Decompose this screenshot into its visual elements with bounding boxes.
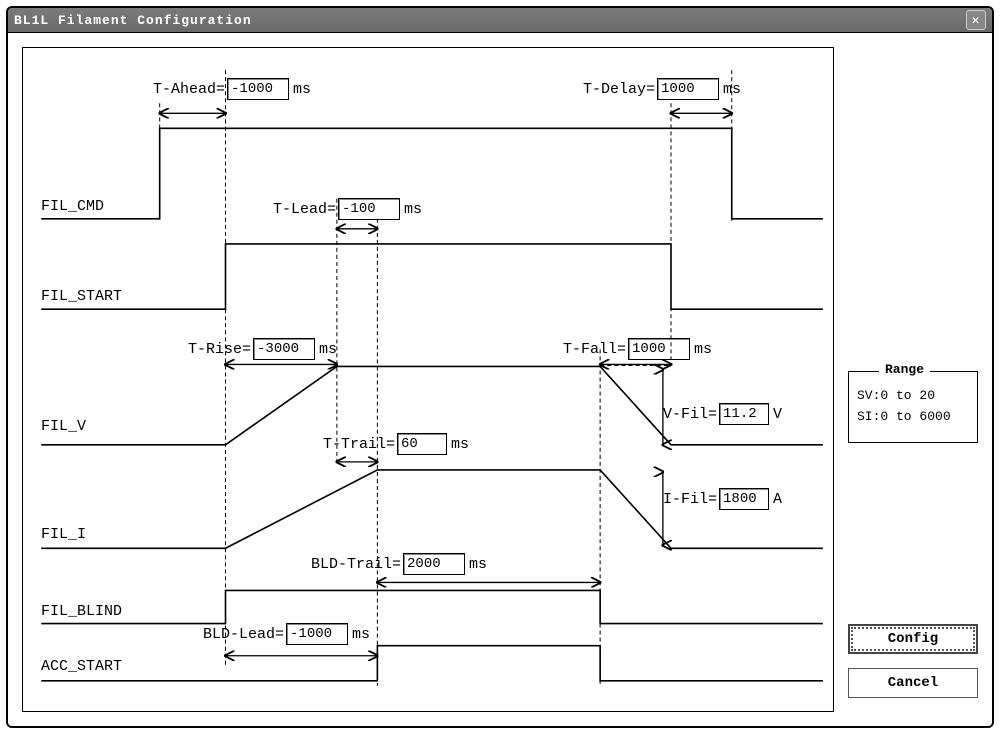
t-lead-unit: ms [404,201,426,218]
t-fall-label: T-Fall= [563,341,626,358]
v-fil-unit: V [773,406,795,423]
timing-svg [23,48,833,711]
i-fil-label: I-Fil= [663,491,717,508]
i-fil-unit: A [773,491,795,508]
t-lead-input[interactable] [338,198,400,220]
row-fil-start-label: FIL_START [41,288,122,305]
t-trail-input[interactable] [397,433,447,455]
v-fil-label: V-Fil= [663,406,717,423]
bld-lead-input[interactable] [286,623,348,645]
t-fall-unit: ms [694,341,716,358]
field-bld-lead: BLD-Lead= ms [203,623,374,645]
bld-trail-unit: ms [469,556,491,573]
button-stack: Config Cancel [848,624,978,698]
field-t-trail: T-Trail= ms [323,433,473,455]
config-button[interactable]: Config [848,624,978,654]
t-ahead-unit: ms [293,81,315,98]
bld-trail-input[interactable] [403,553,465,575]
range-sv: SV:0 to 20 [857,388,969,403]
field-t-rise: T-Rise= ms [188,338,341,360]
range-si: SI:0 to 6000 [857,409,969,424]
field-t-fall: T-Fall= ms [563,338,716,360]
row-fil-i-label: FIL_I [41,526,86,543]
row-fil-cmd-label: FIL_CMD [41,198,104,215]
field-t-delay: T-Delay= ms [583,78,745,100]
field-t-lead: T-Lead= ms [273,198,426,220]
range-box: Range SV:0 to 20 SI:0 to 6000 [848,371,978,443]
t-ahead-input[interactable] [227,78,289,100]
titlebar: BL1L Filament Configuration ✕ [8,8,992,33]
t-delay-input[interactable] [657,78,719,100]
cancel-button[interactable]: Cancel [848,668,978,698]
t-delay-label: T-Delay= [583,81,655,98]
t-rise-input[interactable] [253,338,315,360]
row-fil-v-label: FIL_V [41,418,86,435]
close-button[interactable]: ✕ [966,10,986,30]
t-trail-unit: ms [451,436,473,453]
t-delay-unit: ms [723,81,745,98]
v-fil-input[interactable] [719,403,769,425]
field-bld-trail: BLD-Trail= ms [311,553,491,575]
row-fil-blind-label: FIL_BLIND [41,603,122,620]
side-panel: Range SV:0 to 20 SI:0 to 6000 Config Can… [848,47,978,712]
timing-diagram: FIL_CMD FIL_START FIL_V FIL_I FIL_BLIND … [22,47,834,712]
t-fall-input[interactable] [628,338,690,360]
t-lead-label: T-Lead= [273,201,336,218]
client-area: FIL_CMD FIL_START FIL_V FIL_I FIL_BLIND … [8,33,992,726]
window-frame: BL1L Filament Configuration ✕ FIL_CMD FI… [6,6,994,728]
t-rise-label: T-Rise= [188,341,251,358]
bld-lead-label: BLD-Lead= [203,626,284,643]
t-trail-label: T-Trail= [323,436,395,453]
field-t-ahead: T-Ahead= ms [153,78,315,100]
field-v-fil: V-Fil= V [663,403,795,425]
t-rise-unit: ms [319,341,341,358]
field-i-fil: I-Fil= A [663,488,795,510]
window-title: BL1L Filament Configuration [14,13,252,28]
close-icon: ✕ [972,13,981,28]
range-legend: Range [879,362,930,377]
t-ahead-label: T-Ahead= [153,81,225,98]
i-fil-input[interactable] [719,488,769,510]
bld-lead-unit: ms [352,626,374,643]
row-acc-start-label: ACC_START [41,658,122,675]
bld-trail-label: BLD-Trail= [311,556,401,573]
